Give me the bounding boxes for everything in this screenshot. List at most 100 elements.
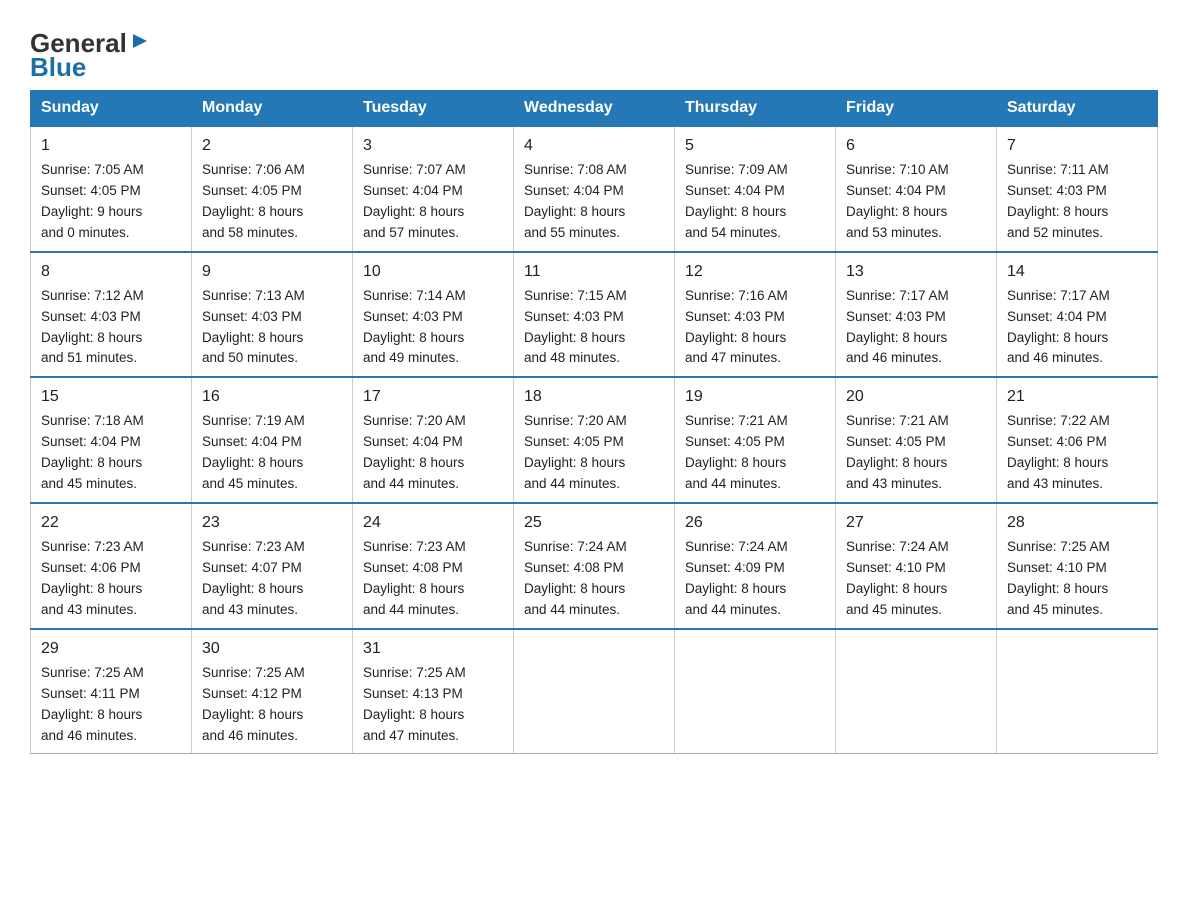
day-number: 19: [685, 385, 825, 409]
day-info: Sunrise: 7:25 AMSunset: 4:13 PMDaylight:…: [363, 665, 466, 743]
day-number: 16: [202, 385, 342, 409]
day-number: 1: [41, 134, 181, 158]
header-monday: Monday: [192, 91, 353, 127]
day-info: Sunrise: 7:16 AMSunset: 4:03 PMDaylight:…: [685, 288, 788, 366]
calendar-cell: [514, 629, 675, 754]
day-number: 26: [685, 511, 825, 535]
calendar-cell: 6 Sunrise: 7:10 AMSunset: 4:04 PMDaylight…: [836, 126, 997, 252]
calendar-cell: 7 Sunrise: 7:11 AMSunset: 4:03 PMDaylight…: [997, 126, 1158, 252]
day-number: 5: [685, 134, 825, 158]
day-info: Sunrise: 7:21 AMSunset: 4:05 PMDaylight:…: [846, 413, 949, 491]
day-info: Sunrise: 7:23 AMSunset: 4:06 PMDaylight:…: [41, 539, 144, 617]
calendar-cell: 4 Sunrise: 7:08 AMSunset: 4:04 PMDaylight…: [514, 126, 675, 252]
day-info: Sunrise: 7:09 AMSunset: 4:04 PMDaylight:…: [685, 162, 788, 240]
day-number: 29: [41, 637, 181, 661]
day-info: Sunrise: 7:24 AMSunset: 4:08 PMDaylight:…: [524, 539, 627, 617]
calendar-cell: [675, 629, 836, 754]
day-info: Sunrise: 7:12 AMSunset: 4:03 PMDaylight:…: [41, 288, 144, 366]
day-number: 18: [524, 385, 664, 409]
calendar-cell: 2 Sunrise: 7:06 AMSunset: 4:05 PMDaylight…: [192, 126, 353, 252]
calendar-cell: 3Sunrise: 7:07 AMSunset: 4:04 PMDaylight…: [353, 126, 514, 252]
day-info: Sunrise: 7:24 AMSunset: 4:09 PMDaylight:…: [685, 539, 788, 617]
day-number: 12: [685, 260, 825, 284]
calendar-cell: 14Sunrise: 7:17 AMSunset: 4:04 PMDayligh…: [997, 252, 1158, 378]
day-info: Sunrise: 7:20 AMSunset: 4:05 PMDaylight:…: [524, 413, 627, 491]
day-number: 6: [846, 134, 986, 158]
week-row-2: 8Sunrise: 7:12 AMSunset: 4:03 PMDaylight…: [31, 252, 1158, 378]
day-info: Sunrise: 7:17 AMSunset: 4:03 PMDaylight:…: [846, 288, 949, 366]
calendar-cell: 5 Sunrise: 7:09 AMSunset: 4:04 PMDaylight…: [675, 126, 836, 252]
day-info: Sunrise: 7:08 AMSunset: 4:04 PMDaylight:…: [524, 162, 627, 240]
header-row: SundayMondayTuesdayWednesdayThursdayFrid…: [31, 91, 1158, 127]
day-info: Sunrise: 7:18 AMSunset: 4:04 PMDaylight:…: [41, 413, 144, 491]
day-info: Sunrise: 7:14 AMSunset: 4:03 PMDaylight:…: [363, 288, 466, 366]
day-number: 3: [363, 134, 503, 158]
calendar-cell: 1 Sunrise: 7:05 AMSunset: 4:05 PMDaylight…: [31, 126, 192, 252]
day-info: Sunrise: 7:21 AMSunset: 4:05 PMDaylight:…: [685, 413, 788, 491]
calendar-cell: 18 Sunrise: 7:20 AMSunset: 4:05 PMDayligh…: [514, 377, 675, 503]
day-info: Sunrise: 7:22 AMSunset: 4:06 PMDaylight:…: [1007, 413, 1110, 491]
day-info: Sunrise: 7:11 AMSunset: 4:03 PMDaylight:…: [1007, 162, 1109, 240]
day-info: Sunrise: 7:05 AMSunset: 4:05 PMDaylight:…: [41, 162, 144, 240]
calendar-cell: 9Sunrise: 7:13 AMSunset: 4:03 PMDaylight…: [192, 252, 353, 378]
day-info: Sunrise: 7:17 AMSunset: 4:04 PMDaylight:…: [1007, 288, 1110, 366]
day-number: 17: [363, 385, 503, 409]
calendar-cell: 8Sunrise: 7:12 AMSunset: 4:03 PMDaylight…: [31, 252, 192, 378]
day-number: 20: [846, 385, 986, 409]
day-info: Sunrise: 7:20 AMSunset: 4:04 PMDaylight:…: [363, 413, 466, 491]
day-number: 9: [202, 260, 342, 284]
calendar-cell: [836, 629, 997, 754]
week-row-4: 22 Sunrise: 7:23 AMSunset: 4:06 PMDayligh…: [31, 503, 1158, 629]
calendar-cell: 28 Sunrise: 7:25 AMSunset: 4:10 PMDayligh…: [997, 503, 1158, 629]
day-number: 23: [202, 511, 342, 535]
calendar-cell: 10 Sunrise: 7:14 AMSunset: 4:03 PMDayligh…: [353, 252, 514, 378]
calendar-cell: 24Sunrise: 7:23 AMSunset: 4:08 PMDayligh…: [353, 503, 514, 629]
calendar-cell: 21 Sunrise: 7:22 AMSunset: 4:06 PMDayligh…: [997, 377, 1158, 503]
day-info: Sunrise: 7:23 AMSunset: 4:07 PMDaylight:…: [202, 539, 305, 617]
day-number: 2: [202, 134, 342, 158]
logo: General Blue: [30, 30, 151, 80]
day-info: Sunrise: 7:15 AMSunset: 4:03 PMDaylight:…: [524, 288, 627, 366]
day-number: 22: [41, 511, 181, 535]
day-info: Sunrise: 7:25 AMSunset: 4:11 PMDaylight:…: [41, 665, 144, 743]
day-info: Sunrise: 7:10 AMSunset: 4:04 PMDaylight:…: [846, 162, 949, 240]
calendar-cell: 15 Sunrise: 7:18 AMSunset: 4:04 PMDayligh…: [31, 377, 192, 503]
calendar-cell: 23 Sunrise: 7:23 AMSunset: 4:07 PMDayligh…: [192, 503, 353, 629]
calendar-cell: 30 Sunrise: 7:25 AMSunset: 4:12 PMDayligh…: [192, 629, 353, 754]
day-info: Sunrise: 7:25 AMSunset: 4:10 PMDaylight:…: [1007, 539, 1110, 617]
day-number: 30: [202, 637, 342, 661]
day-number: 21: [1007, 385, 1147, 409]
day-number: 27: [846, 511, 986, 535]
calendar-cell: 11 Sunrise: 7:15 AMSunset: 4:03 PMDayligh…: [514, 252, 675, 378]
day-number: 25: [524, 511, 664, 535]
week-row-3: 15 Sunrise: 7:18 AMSunset: 4:04 PMDayligh…: [31, 377, 1158, 503]
calendar-cell: 16 Sunrise: 7:19 AMSunset: 4:04 PMDayligh…: [192, 377, 353, 503]
day-number: 11: [524, 260, 664, 284]
logo-arrow-icon: [129, 30, 151, 52]
day-number: 4: [524, 134, 664, 158]
calendar-cell: [997, 629, 1158, 754]
day-info: Sunrise: 7:24 AMSunset: 4:10 PMDaylight:…: [846, 539, 949, 617]
page-header: General Blue: [30, 24, 1158, 80]
week-row-5: 29 Sunrise: 7:25 AMSunset: 4:11 PMDayligh…: [31, 629, 1158, 754]
day-info: Sunrise: 7:19 AMSunset: 4:04 PMDaylight:…: [202, 413, 305, 491]
day-number: 31: [363, 637, 503, 661]
day-info: Sunrise: 7:25 AMSunset: 4:12 PMDaylight:…: [202, 665, 305, 743]
calendar-table: SundayMondayTuesdayWednesdayThursdayFrid…: [30, 90, 1158, 754]
week-row-1: 1 Sunrise: 7:05 AMSunset: 4:05 PMDaylight…: [31, 126, 1158, 252]
day-number: 28: [1007, 511, 1147, 535]
calendar-cell: 25 Sunrise: 7:24 AMSunset: 4:08 PMDayligh…: [514, 503, 675, 629]
day-info: Sunrise: 7:06 AMSunset: 4:05 PMDaylight:…: [202, 162, 305, 240]
day-number: 7: [1007, 134, 1147, 158]
calendar-cell: 13Sunrise: 7:17 AMSunset: 4:03 PMDayligh…: [836, 252, 997, 378]
header-friday: Friday: [836, 91, 997, 127]
calendar-cell: 17 Sunrise: 7:20 AMSunset: 4:04 PMDayligh…: [353, 377, 514, 503]
calendar-cell: 22 Sunrise: 7:23 AMSunset: 4:06 PMDayligh…: [31, 503, 192, 629]
day-number: 15: [41, 385, 181, 409]
header-sunday: Sunday: [31, 91, 192, 127]
calendar-cell: 12 Sunrise: 7:16 AMSunset: 4:03 PMDayligh…: [675, 252, 836, 378]
day-number: 10: [363, 260, 503, 284]
calendar-cell: 26 Sunrise: 7:24 AMSunset: 4:09 PMDayligh…: [675, 503, 836, 629]
header-tuesday: Tuesday: [353, 91, 514, 127]
day-number: 24: [363, 511, 503, 535]
